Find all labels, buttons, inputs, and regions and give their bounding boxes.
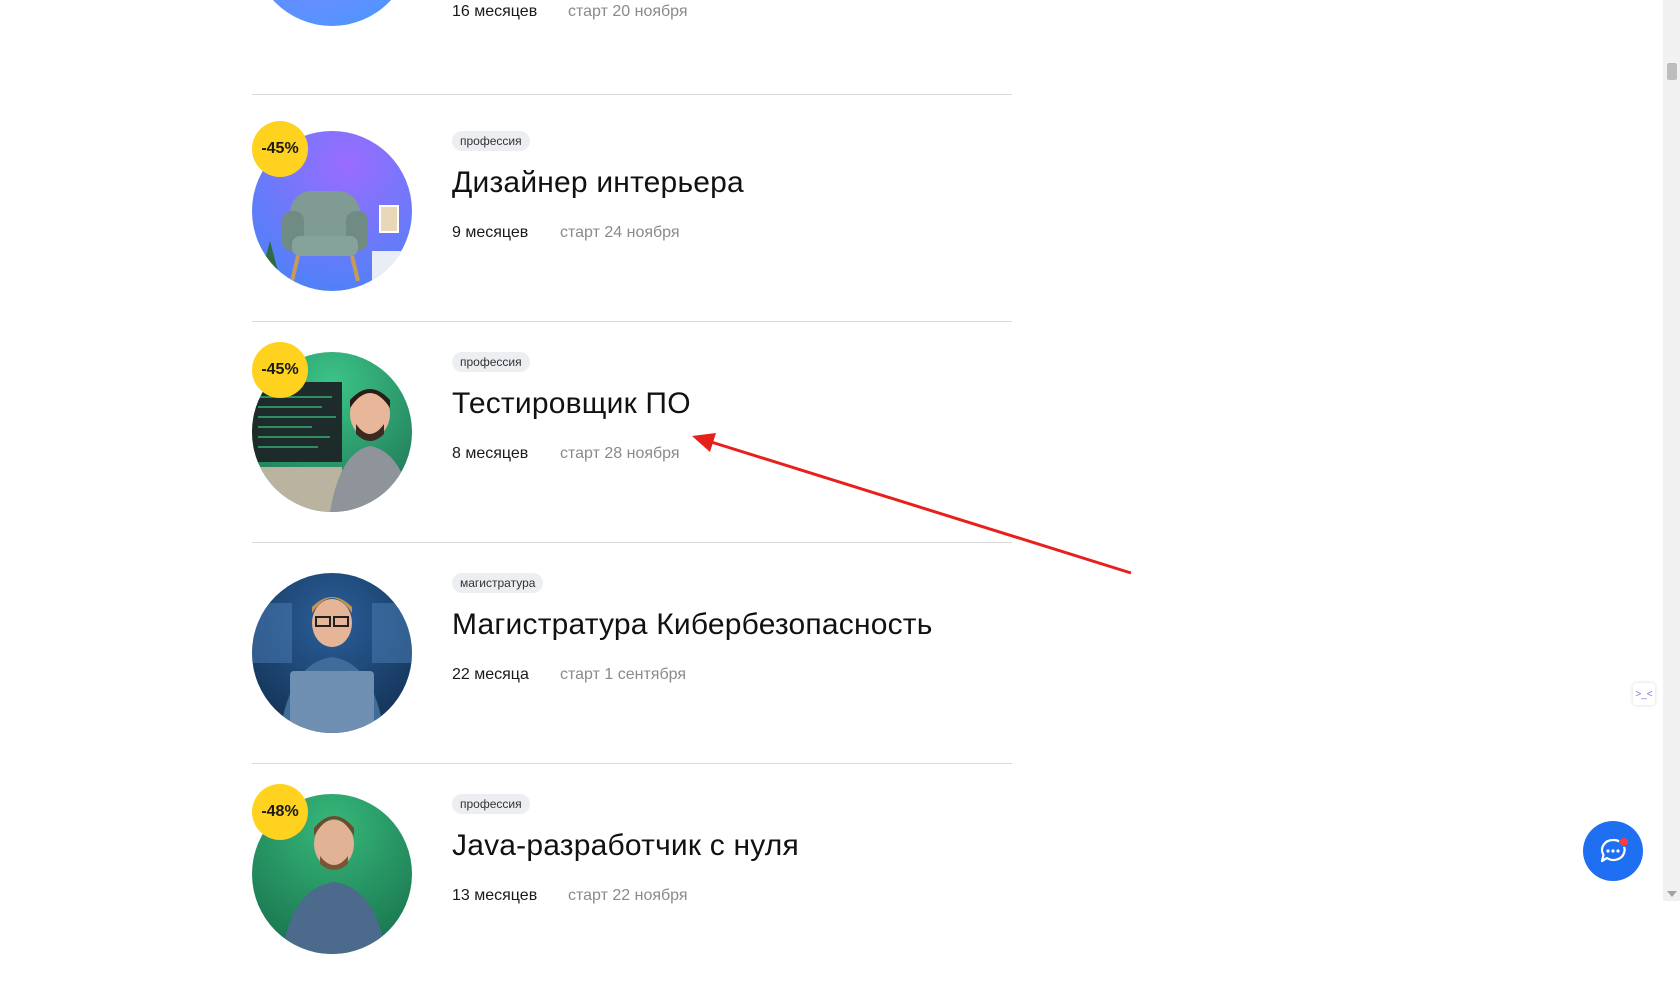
course-title[interactable]: Java-разработчик с нуля bbox=[452, 829, 799, 863]
course-title[interactable]: Магистратура Кибербезопасность bbox=[452, 608, 933, 642]
course-tag: профессия bbox=[452, 131, 530, 151]
course-card[interactable]: -48% профессия Java-разработчик с нуля 1… bbox=[252, 763, 1012, 984]
scroll-down-arrow[interactable] bbox=[1667, 891, 1677, 897]
chat-button[interactable] bbox=[1583, 821, 1643, 881]
course-start: старт 24 ноября bbox=[560, 224, 680, 241]
side-widget-glyph: >_< bbox=[1635, 688, 1653, 700]
discount-badge: -48% bbox=[252, 784, 308, 840]
course-start: старт 1 сентября bbox=[560, 666, 686, 683]
man-with-laptop-photo bbox=[252, 597, 412, 733]
course-tag: профессия bbox=[452, 352, 530, 372]
notification-dot bbox=[1619, 837, 1629, 847]
course-duration: 8 месяцев bbox=[452, 445, 529, 462]
code-tag-icon[interactable]: >_< bbox=[1633, 683, 1655, 705]
course-duration: 22 месяца bbox=[452, 666, 529, 683]
course-tag: профессия bbox=[452, 794, 530, 814]
course-duration: 13 месяцев bbox=[452, 887, 538, 904]
course-start: старт 22 ноября bbox=[568, 887, 688, 904]
scrollbar-thumb[interactable] bbox=[1667, 63, 1677, 80]
course-card[interactable]: -45% профессия Тестировщик ПО 8 месяцев … bbox=[252, 321, 1012, 543]
course-card[interactable]: магистратура Магистратура Кибербезопасно… bbox=[252, 542, 1012, 764]
course-title[interactable]: Тестировщик ПО bbox=[452, 387, 691, 421]
course-image[interactable] bbox=[252, 573, 412, 733]
course-tag: магистратура bbox=[452, 573, 544, 593]
discount-badge: -45% bbox=[252, 342, 308, 398]
course-duration: 9 месяцев bbox=[452, 224, 529, 241]
course-title[interactable]: Дизайнер интерьера bbox=[452, 166, 744, 200]
scrollbar[interactable] bbox=[1663, 0, 1680, 901]
divider-spacer bbox=[252, 0, 1012, 99]
discount-badge: -45% bbox=[252, 121, 308, 177]
course-card[interactable]: -45% профессия Дизайнер интерьера 9 меся… bbox=[252, 100, 1012, 322]
course-start: старт 28 ноября bbox=[560, 445, 680, 462]
